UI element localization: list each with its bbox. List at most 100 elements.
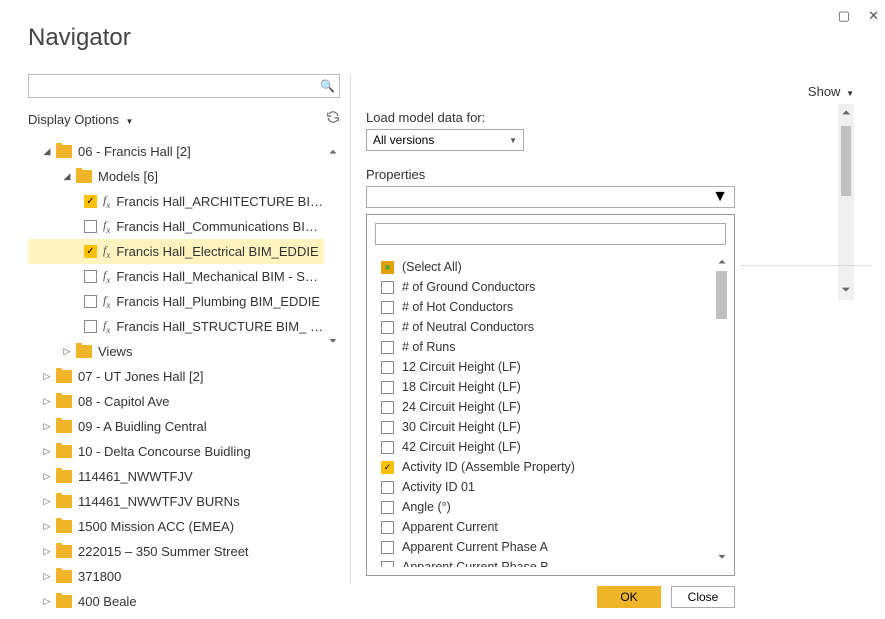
load-model-dropdown[interactable]: All versions ▼	[366, 129, 524, 151]
tree-node-label: 1500 Mission ACC (EMEA)	[78, 519, 234, 534]
property-row[interactable]: Apparent Current Phase A	[375, 537, 726, 557]
expand-icon[interactable]: ▷	[42, 371, 52, 382]
tree-node[interactable]: ▷400 Beale	[28, 589, 324, 614]
properties-scrollbar[interactable]: ⏶ ⏷	[715, 257, 729, 563]
search-icon[interactable]: 🔍	[320, 79, 335, 93]
property-checkbox[interactable]	[381, 541, 394, 554]
tree-node[interactable]: Francis Hall_Mechanical BIM - SCHE...	[28, 264, 324, 289]
property-row[interactable]: Activity ID 01	[375, 477, 726, 497]
scroll-down-icon[interactable]: ⏷	[715, 552, 729, 563]
property-checkbox[interactable]	[381, 341, 394, 354]
right-scrollbar[interactable]: ⏶ ⏷	[838, 104, 854, 300]
expand-icon[interactable]: ▷	[42, 546, 52, 557]
tree-node[interactable]: Francis Hall_Plumbing BIM_EDDIE	[28, 289, 324, 314]
property-label: Apparent Current Phase A	[402, 540, 548, 554]
property-checkbox[interactable]	[381, 561, 394, 568]
property-checkbox[interactable]	[381, 501, 394, 514]
property-label: # of Hot Conductors	[402, 300, 513, 314]
tree-checkbox[interactable]: ✓	[84, 195, 97, 208]
expand-icon[interactable]: ▷	[42, 571, 52, 582]
property-checkbox[interactable]	[381, 441, 394, 454]
window-close-icon[interactable]: ✕	[868, 8, 879, 24]
tree-checkbox[interactable]	[84, 270, 97, 283]
scroll-up-icon[interactable]: ⏶	[326, 147, 340, 158]
tree-node[interactable]: ▷09 - A Buidling Central	[28, 414, 324, 439]
tree-node[interactable]: ✓Francis Hall_ARCHITECTURE BIM_20...	[28, 189, 324, 214]
tree-node[interactable]: Francis Hall_STRUCTURE BIM_ EDDIE	[28, 314, 324, 339]
ok-button[interactable]: OK	[597, 586, 661, 608]
property-checkbox[interactable]: ■	[381, 261, 394, 274]
search-field[interactable]: 🔍	[28, 74, 340, 98]
dropdown-value: All versions	[373, 133, 434, 147]
property-row[interactable]: 18 Circuit Height (LF)	[375, 377, 726, 397]
property-row[interactable]: # of Ground Conductors	[375, 277, 726, 297]
tree-node[interactable]: ◢06 - Francis Hall [2]	[28, 139, 324, 164]
scroll-thumb[interactable]	[841, 126, 851, 196]
search-input[interactable]	[33, 79, 320, 93]
tree-node[interactable]: ▷07 - UT Jones Hall [2]	[28, 364, 324, 389]
property-row[interactable]: 30 Circuit Height (LF)	[375, 417, 726, 437]
tree-node[interactable]: ▷114461_NWWTFJV BURNs	[28, 489, 324, 514]
property-row[interactable]: 12 Circuit Height (LF)	[375, 357, 726, 377]
property-row[interactable]: Apparent Current Phase B	[375, 557, 726, 567]
property-label: Angle (°)	[402, 500, 451, 514]
properties-filter-input[interactable]	[375, 223, 726, 245]
scroll-down-icon[interactable]: ⏷	[842, 281, 851, 300]
property-row[interactable]: # of Runs	[375, 337, 726, 357]
show-button[interactable]: Show ▼	[808, 84, 854, 99]
tree-node[interactable]: ▷371800	[28, 564, 324, 589]
tree-node[interactable]: ◢Models [6]	[28, 164, 324, 189]
property-checkbox[interactable]	[381, 521, 394, 534]
scroll-down-icon[interactable]: ⏷	[326, 336, 340, 347]
property-row[interactable]: ■(Select All)	[375, 257, 726, 277]
expand-icon[interactable]: ▷	[42, 471, 52, 482]
property-checkbox[interactable]: ✓	[381, 461, 394, 474]
expand-icon[interactable]: ▷	[42, 496, 52, 507]
display-options-button[interactable]: Display Options ▼	[28, 111, 133, 129]
property-checkbox[interactable]	[381, 301, 394, 314]
tree-checkbox[interactable]	[84, 295, 97, 308]
expand-icon[interactable]: ▷	[62, 346, 72, 357]
property-checkbox[interactable]	[381, 401, 394, 414]
properties-dropdown[interactable]: ▼	[366, 186, 735, 208]
tree-checkbox[interactable]	[84, 220, 97, 233]
property-checkbox[interactable]	[381, 481, 394, 494]
scroll-up-icon[interactable]: ⏶	[842, 104, 851, 123]
tree-node[interactable]: ✓Francis Hall_Electrical BIM_EDDIE	[28, 239, 324, 264]
tree-node[interactable]: Francis Hall_Communications BIM_E...	[28, 214, 324, 239]
property-checkbox[interactable]	[381, 421, 394, 434]
property-row[interactable]: # of Hot Conductors	[375, 297, 726, 317]
expand-icon[interactable]: ▷	[42, 446, 52, 457]
tree-node[interactable]: ▷114461_NWWTFJV	[28, 464, 324, 489]
property-row[interactable]: Angle (°)	[375, 497, 726, 517]
property-checkbox[interactable]	[381, 361, 394, 374]
property-checkbox[interactable]	[381, 281, 394, 294]
expand-icon[interactable]: ▷	[42, 596, 52, 607]
model-tree: ◢06 - Francis Hall [2]◢Models [6]✓Franci…	[28, 139, 340, 619]
tree-node[interactable]: ▷222015 – 350 Summer Street	[28, 539, 324, 564]
expand-icon[interactable]: ▷	[42, 521, 52, 532]
tree-node[interactable]: ▷10 - Delta Concourse Buidling	[28, 439, 324, 464]
property-row[interactable]: Apparent Current	[375, 517, 726, 537]
scroll-thumb[interactable]	[716, 271, 727, 319]
expand-icon[interactable]: ▷	[42, 421, 52, 432]
tree-checkbox[interactable]: ✓	[84, 245, 97, 258]
expand-icon[interactable]: ▷	[42, 396, 52, 407]
tree-scrollbar[interactable]: ⏶ ⏷	[326, 147, 340, 347]
tree-node[interactable]: ▷08 - Capitol Ave	[28, 389, 324, 414]
expand-icon[interactable]: ◢	[62, 171, 72, 182]
property-checkbox[interactable]	[381, 321, 394, 334]
property-row[interactable]: 42 Circuit Height (LF)	[375, 437, 726, 457]
property-row[interactable]: # of Neutral Conductors	[375, 317, 726, 337]
property-checkbox[interactable]	[381, 381, 394, 394]
property-row[interactable]: 24 Circuit Height (LF)	[375, 397, 726, 417]
refresh-icon[interactable]	[326, 110, 340, 129]
tree-node[interactable]: ▷Views	[28, 339, 324, 364]
tree-node[interactable]: ▷ 1500 Mission ACC (EMEA)	[28, 514, 324, 539]
expand-icon[interactable]: ◢	[42, 146, 52, 157]
tree-checkbox[interactable]	[84, 320, 97, 333]
scroll-up-icon[interactable]: ⏶	[715, 257, 729, 268]
close-button[interactable]: Close	[671, 586, 735, 608]
property-row[interactable]: ✓Activity ID (Assemble Property)	[375, 457, 726, 477]
window-maximize-icon[interactable]: ▢	[838, 8, 850, 24]
